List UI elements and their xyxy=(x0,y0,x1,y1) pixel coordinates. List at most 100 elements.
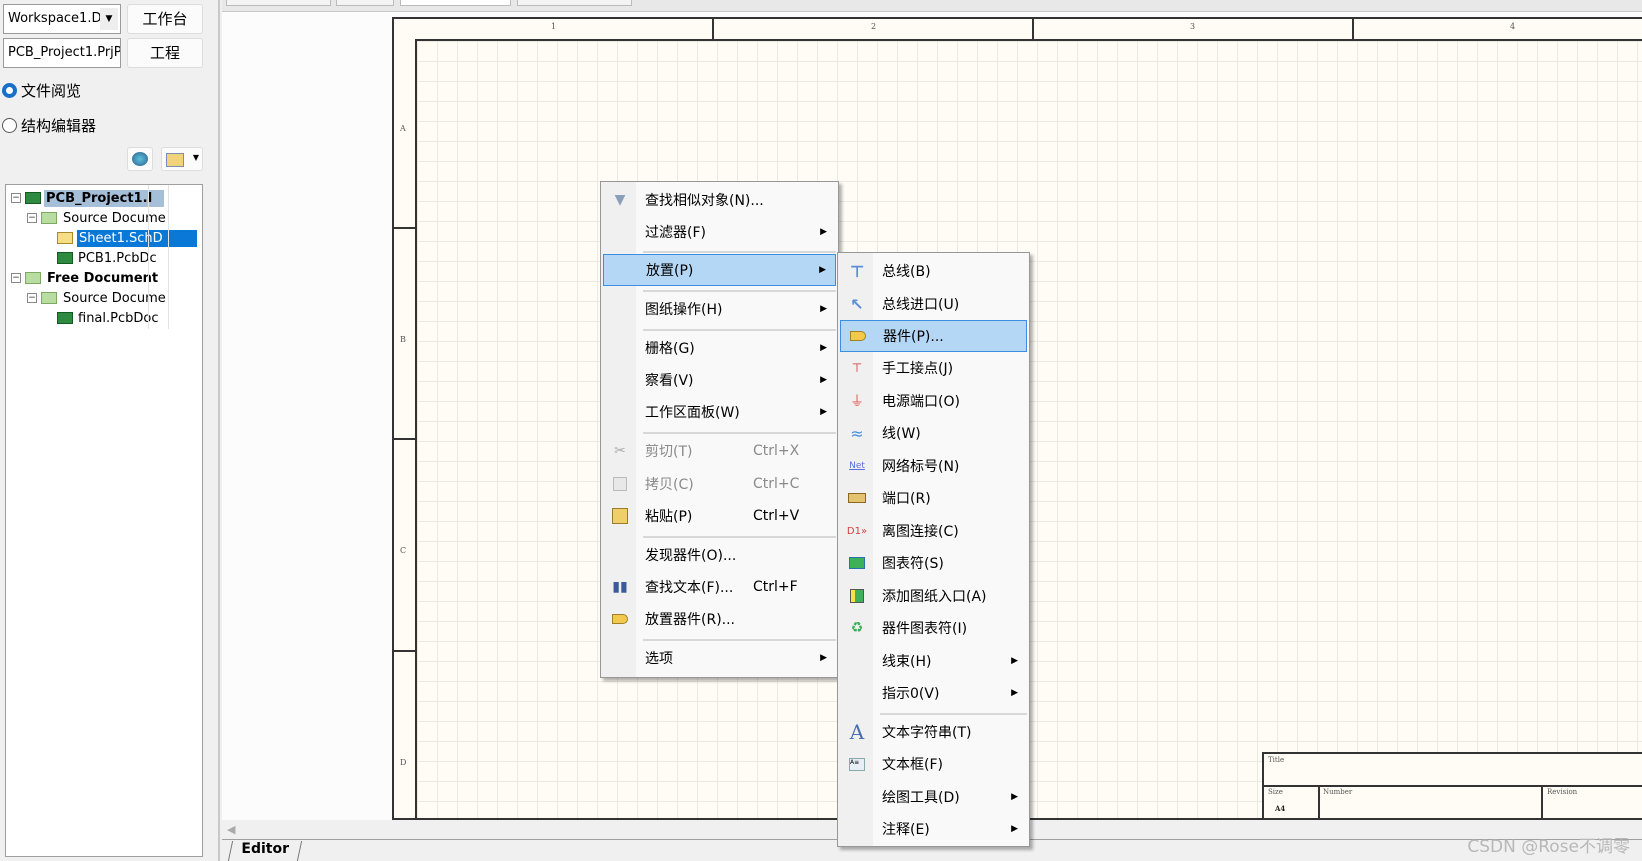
menu-item[interactable]: A 文本字符串(T) xyxy=(840,716,1027,748)
menu-item-label: 图纸操作(H) xyxy=(645,302,723,318)
menu-separator xyxy=(643,251,836,253)
menu-item[interactable]: 绘图工具(D) ▶ xyxy=(840,781,1027,813)
tree-item[interactable]: PCB1.PcbDc xyxy=(43,248,159,268)
menu-item[interactable]: 放置器件(R)... xyxy=(603,603,836,635)
menu-item[interactable]: 图纸操作(H) ▶ xyxy=(603,293,836,325)
menu-item-label: 总线进口(U) xyxy=(882,297,960,313)
menu-item-label: 注释(E) xyxy=(882,822,930,838)
zone-divider xyxy=(712,17,714,39)
scroll-left-icon[interactable]: ◀ xyxy=(227,823,235,836)
divider xyxy=(1541,785,1543,818)
project-icon xyxy=(25,192,41,204)
menu-item[interactable]: 栅格(G) ▶ xyxy=(603,332,836,364)
menu-item[interactable]: 线束(H) ▶ xyxy=(840,645,1027,677)
text-frame-icon: A≡ xyxy=(846,755,868,773)
menu-item[interactable]: ♻ 器件图表符(I) xyxy=(840,612,1027,644)
off-sheet-connector-icon: D1» xyxy=(846,525,868,537)
project-button[interactable]: 工程 xyxy=(127,38,203,68)
workspace-button[interactable]: 工作台 xyxy=(127,4,203,34)
menu-item[interactable]: ⏚ 电源端口(O) xyxy=(840,385,1027,417)
toolbar-button[interactable] xyxy=(517,0,632,6)
tree-item[interactable]: − Free Document xyxy=(11,268,160,288)
menu-item[interactable]: 端口(R) xyxy=(840,482,1027,514)
title-label: Title xyxy=(1268,756,1285,764)
component-icon xyxy=(847,327,869,345)
project-combo[interactable]: PCB_Project1.PrjPC xyxy=(3,38,121,68)
tree-item[interactable]: Sheet1.SchD xyxy=(43,228,197,248)
menu-item[interactable]: 工作区面板(W) ▶ xyxy=(603,396,836,428)
menu-item-shortcut: Ctrl+V xyxy=(753,508,800,524)
menu-item-label: 工作区面板(W) xyxy=(645,405,740,421)
zone-column-label: 3 xyxy=(1190,22,1196,31)
toolbar-input[interactable] xyxy=(400,0,511,6)
radio-label: 结构编辑器 xyxy=(21,117,97,135)
project-tree[interactable]: − PCB_Project1.I − Source Docume Sheet1.SchD… xyxy=(5,184,203,857)
menu-separator xyxy=(880,713,1027,715)
submenu-arrow-icon: ▶ xyxy=(820,375,827,385)
number-label: Number xyxy=(1323,788,1353,796)
menu-item-shortcut: Ctrl+X xyxy=(753,443,800,459)
menu-item[interactable]: ↖ 总线进口(U) xyxy=(840,288,1027,320)
radio-unchecked-icon xyxy=(2,118,17,133)
radio-structure-editor[interactable]: 结构编辑器 xyxy=(2,115,96,136)
tree-item[interactable]: − Source Docume xyxy=(27,208,168,228)
menu-item[interactable]: ≈ 线(W) xyxy=(840,417,1027,449)
collapse-icon[interactable]: − xyxy=(27,293,37,303)
menu-item[interactable]: 添加图纸入口(A) xyxy=(840,580,1027,612)
toolbar-strip xyxy=(222,0,1642,12)
radio-file-browse[interactable]: 文件阅览 xyxy=(2,80,81,101)
menu-item-label: 离图连接(C) xyxy=(882,524,959,540)
menu-item[interactable]: 发现器件(O)... xyxy=(603,539,836,571)
menu-item[interactable]: 粘贴(P) Ctrl+V xyxy=(603,500,836,532)
menu-item[interactable]: ✂ 剪切(T) Ctrl+X xyxy=(603,435,836,467)
menu-item[interactable]: Net 网络标号(N) xyxy=(840,450,1027,482)
menu-item[interactable]: 注释(E) ▶ xyxy=(840,813,1027,845)
menu-separator xyxy=(643,290,836,292)
tree-item[interactable]: − Source Docume xyxy=(27,288,168,308)
submenu-arrow-icon: ▶ xyxy=(820,407,827,417)
menu-item[interactable]: ⊤ 手工接点(J) xyxy=(840,352,1027,384)
menu-item-label: 手工接点(J) xyxy=(882,361,954,377)
menu-item[interactable]: 图表符(S) xyxy=(840,547,1027,579)
toolbar-button[interactable] xyxy=(226,0,331,6)
tree-item-label: PCB_Project1.I xyxy=(44,189,164,207)
tab-editor[interactable]: Editor xyxy=(227,841,302,861)
collapse-icon[interactable]: − xyxy=(27,213,37,223)
menu-item-shortcut: Ctrl+C xyxy=(753,476,800,492)
collapse-icon[interactable]: − xyxy=(11,273,21,283)
paste-icon xyxy=(609,507,631,525)
chevron-down-icon[interactable]: ▼ xyxy=(193,153,199,162)
revision-label: Revision xyxy=(1547,788,1578,796)
tree-item[interactable]: − PCB_Project1.I xyxy=(11,188,164,208)
open-document-dropdown[interactable]: ▼ xyxy=(161,147,203,171)
menu-item[interactable]: 拷贝(C) Ctrl+C xyxy=(603,468,836,500)
menu-item[interactable]: D1» 离图连接(C) xyxy=(840,515,1027,547)
tree-item[interactable]: final.PcbDoc xyxy=(43,308,161,328)
workspace-icon-button[interactable] xyxy=(127,147,153,171)
menu-item[interactable]: 察看(V) ▶ xyxy=(603,364,836,396)
workspace-combo[interactable]: Workspace1.D ▼ xyxy=(3,4,121,34)
menu-item[interactable]: 指示0(V) ▶ xyxy=(840,677,1027,709)
toolbar-button[interactable] xyxy=(336,0,394,6)
binoculars-icon: ▮▮ xyxy=(612,579,628,595)
schematic-doc-icon xyxy=(57,232,73,244)
menu-item[interactable]: ▮▮ 查找文本(F)... Ctrl+F xyxy=(603,571,836,603)
submenu-arrow-icon: ▶ xyxy=(1011,824,1018,834)
menu-item[interactable]: ▼ 查找相似对象(N)... xyxy=(603,184,836,216)
menu-separator xyxy=(643,536,836,538)
menu-item[interactable]: 放置(P) ▶ xyxy=(603,254,836,286)
zone-row-label: B xyxy=(400,335,406,344)
device-sheet-symbol-icon: ♻ xyxy=(850,620,864,636)
zone-divider xyxy=(392,438,415,440)
collapse-icon[interactable]: − xyxy=(11,193,21,203)
tab-label: Editor xyxy=(241,841,290,857)
tree-item-label: Source Docume xyxy=(63,210,166,226)
copy-icon xyxy=(609,475,631,493)
menu-item[interactable]: 过滤器(F) ▶ xyxy=(603,216,836,248)
menu-item[interactable]: 选项 ▶ xyxy=(603,642,836,674)
menu-item[interactable]: A≡ 文本框(F) xyxy=(840,748,1027,780)
zone-column-label: 2 xyxy=(871,22,877,31)
menu-item[interactable]: 器件(P)... xyxy=(840,320,1027,352)
chevron-down-icon[interactable]: ▼ xyxy=(100,8,118,30)
menu-item[interactable]: ⊤ 总线(B) xyxy=(840,255,1027,287)
